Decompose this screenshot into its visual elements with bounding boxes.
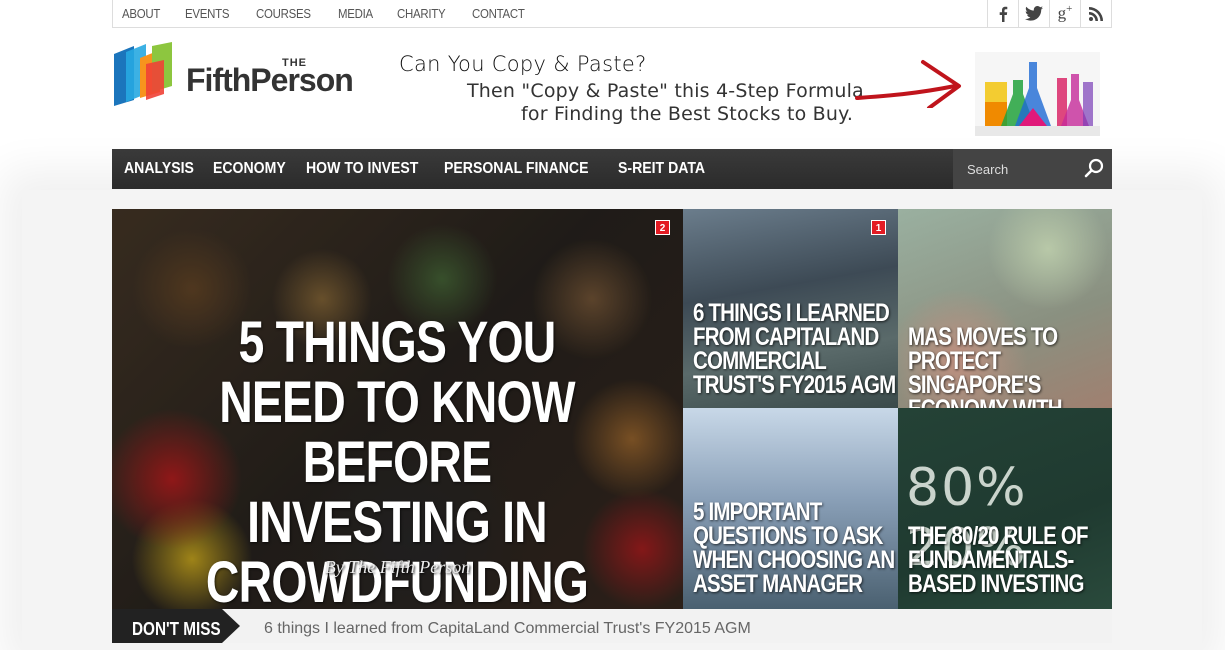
top-link-courses[interactable]: COURSES [256,0,311,27]
banner-line-2: Then "Copy & Paste" this 4-Step Formula [467,80,864,102]
logo-name: FifthPerson [186,62,354,98]
nav-analysis[interactable]: ANALYSIS [124,160,194,178]
arrow-icon [855,60,961,108]
top-link-charity[interactable]: CHARITY [397,0,446,27]
nav-economy[interactable]: ECONOMY [213,160,286,178]
featured-article-title[interactable]: THE 80/20 RULE OF FUNDAMENTALS-BASED INV… [908,524,1112,597]
search-box [953,149,1112,189]
banner-line-3: for Finding the Best Stocks to Buy. [521,103,854,125]
top-link-about[interactable]: ABOUT [122,0,160,27]
featured-article-1[interactable]: 1 6 THINGS I LEARNED FROM CAPITALAND COM… [683,209,898,408]
banner-ad[interactable]: Can You Copy & Paste? Then "Copy & Paste… [395,50,1115,136]
comment-count-badge: 2 [655,220,670,235]
featured-article-2[interactable]: MAS MOVES TO PROTECT SINGAPORE'S ECONOMY… [898,209,1112,408]
dont-miss-label: DON'T MISS [112,609,240,643]
nav-personal-finance[interactable]: PERSONAL FINANCE [444,160,588,178]
dont-miss-bar: DON'T MISS 6 things I learned from Capit… [112,609,1112,643]
main-nav: ANALYSIS ECONOMY HOW TO INVEST PERSONAL … [112,149,1112,189]
top-links: ABOUT EVENTS COURSES MEDIA CHARITY CONTA… [122,0,552,27]
search-icon[interactable] [1084,158,1104,178]
nav-how-to-invest[interactable]: HOW TO INVEST [306,160,418,178]
banner-line-1: Can You Copy & Paste? [399,52,647,76]
social-links: g+ [987,0,1111,27]
facebook-icon[interactable] [987,0,1018,27]
top-link-events[interactable]: EVENTS [185,0,229,27]
nav-s-reit-data[interactable]: S-REIT DATA [618,160,705,178]
featured-main-article[interactable]: 2 5 THINGS YOU NEED TO KNOW BEFORE INVES… [112,209,683,609]
logo-mark-icon [114,42,172,106]
google-plus-icon[interactable]: g+ [1049,0,1080,27]
search-input[interactable] [953,149,1073,189]
rss-icon[interactable] [1080,0,1111,27]
top-link-contact[interactable]: CONTACT [472,0,525,27]
featured-article-title[interactable]: 6 THINGS I LEARNED FROM CAPITALAND COMME… [693,301,898,398]
comment-count-badge: 1 [871,220,886,235]
featured-article-4[interactable]: 80% 20% THE 80/20 RULE OF FUNDAMENTALS-B… [898,408,1112,609]
featured-article-3[interactable]: 5 IMPORTANT QUESTIONS TO ASK WHEN CHOOSI… [683,408,898,609]
site-logo[interactable]: THE FifthPerson [112,42,372,108]
dont-miss-headline[interactable]: 6 things I learned from CapitaLand Comme… [264,609,751,649]
top-bar: ABOUT EVENTS COURSES MEDIA CHARITY CONTA… [112,0,1112,28]
top-link-media[interactable]: MEDIA [338,0,373,27]
featured-grid: 2 5 THINGS YOU NEED TO KNOW BEFORE INVES… [112,209,1112,609]
featured-main-byline: By The Fifth Person [324,557,471,577]
featured-article-title[interactable]: MAS MOVES TO PROTECT SINGAPORE'S ECONOMY… [908,325,1112,409]
featured-article-title[interactable]: 5 IMPORTANT QUESTIONS TO ASK WHEN CHOOSI… [693,500,898,597]
twitter-icon[interactable] [1018,0,1049,27]
beakers-icon [975,52,1100,136]
